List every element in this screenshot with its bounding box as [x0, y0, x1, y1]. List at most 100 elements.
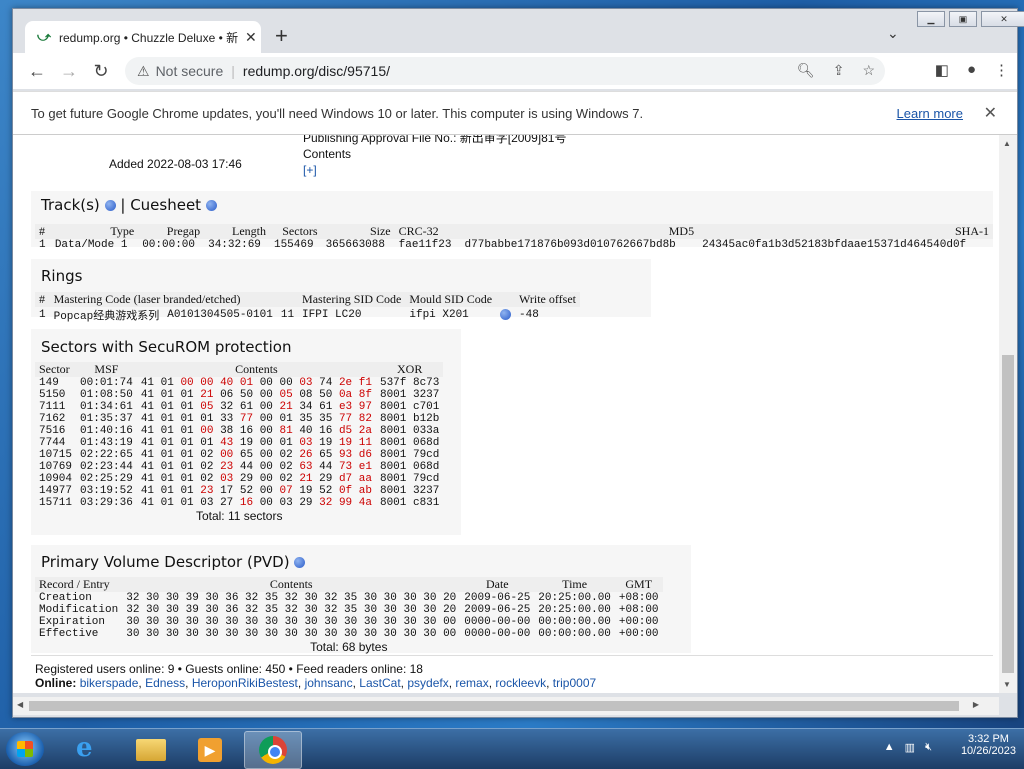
- update-infobar: To get future Google Chrome updates, you…: [13, 91, 1017, 135]
- online-user-link[interactable]: johnsanc: [305, 676, 353, 690]
- byte: 63: [299, 461, 320, 473]
- contents-bytes: 41 01 01 23 17 52 00 07 19 52 0f ab: [137, 485, 376, 497]
- tab-search-chevron-icon[interactable]: ⌄: [887, 25, 899, 42]
- horizontal-scroll-thumb[interactable]: [29, 701, 959, 711]
- taskbar-explorer[interactable]: [122, 731, 178, 767]
- scroll-right-icon[interactable]: ▶: [973, 700, 979, 709]
- byte: 00: [259, 449, 280, 461]
- sector-value: 7516: [39, 425, 66, 437]
- system-tray: ▲ ▥ 🔇︎: [884, 741, 932, 754]
- byte: 19: [319, 437, 339, 449]
- close-window-button[interactable]: ✕: [981, 11, 1024, 27]
- side-panel-icon[interactable]: ◧: [935, 61, 949, 79]
- pvd-contents: 32 30 30 39 30 36 32 35 32 30 32 35 30 3…: [126, 592, 457, 604]
- table-row: Effective 30 30 30 30 30 30 30 30 30 30 …: [35, 628, 663, 640]
- tracks-info-icon[interactable]: [104, 200, 116, 211]
- online-user-link[interactable]: rockleevk: [495, 676, 546, 690]
- online-label: Online:: [35, 676, 77, 690]
- online-user-link[interactable]: remax: [455, 676, 488, 690]
- infobar-close-icon[interactable]: ✕: [984, 103, 997, 123]
- pvd-date: 2009-06-25: [464, 604, 531, 616]
- byte: 16: [319, 425, 339, 437]
- show-hidden-icons-icon[interactable]: ▲: [884, 741, 895, 754]
- ring-info-icon[interactable]: [500, 308, 512, 320]
- learn-more-link[interactable]: Learn more: [897, 106, 963, 121]
- byte: 00: [259, 425, 280, 437]
- vertical-scroll-thumb[interactable]: [1002, 355, 1014, 673]
- scroll-left-icon[interactable]: ◀: [17, 700, 23, 709]
- byte: 52: [319, 485, 339, 497]
- byte: 01: [160, 437, 181, 449]
- table-row: 149 00:01:74 41 01 00 00 40 01 00 00 03 74…: [35, 377, 443, 389]
- byte: 00: [259, 401, 280, 413]
- share-icon[interactable]: ⇪: [833, 62, 845, 79]
- taskbar-ie[interactable]: e: [62, 731, 118, 767]
- address-bar[interactable]: ⚠ Not secure | redump.org/disc/95715/ 🔍︎…: [125, 57, 885, 85]
- zoom-search-icon[interactable]: 🔍︎: [797, 62, 815, 79]
- minimize-button[interactable]: ▁: [917, 11, 945, 27]
- reload-icon[interactable]: ↻: [85, 61, 117, 82]
- warning-icon[interactable]: ⚠: [137, 63, 150, 80]
- online-user-link[interactable]: psydefx: [407, 676, 448, 690]
- byte: 01: [279, 437, 300, 449]
- tracks-title: Track(s): [41, 196, 100, 214]
- pvd-time: 00:00:00.00: [538, 616, 611, 628]
- pvd-info-icon[interactable]: [294, 557, 306, 568]
- tab-close-icon[interactable]: ✕: [245, 29, 257, 46]
- online-user-link[interactable]: HeroponRikiBestest: [192, 676, 298, 690]
- url-text[interactable]: redump.org/disc/95715/: [243, 63, 390, 79]
- byte: 00: [259, 473, 280, 485]
- online-user-link[interactable]: bikerspade: [80, 676, 139, 690]
- rings-section: Rings # Mastering Code (laser branded/et…: [31, 259, 651, 323]
- maximize-button[interactable]: ▣: [949, 11, 977, 27]
- table-row: 7516 01:40:16 41 01 01 00 38 16 00 81 40 1…: [35, 425, 443, 437]
- pvd-gmt: +00:00: [618, 616, 659, 628]
- tracks-heading: Track(s) | Cuesheet: [41, 196, 217, 214]
- byte: d6: [358, 449, 372, 461]
- table-row: 7744 01:43:19 41 01 01 01 43 19 00 01 03 1…: [35, 437, 443, 449]
- contents-toggle[interactable]: [+]: [303, 163, 317, 177]
- byte: 41: [140, 461, 161, 473]
- bookmark-star-icon[interactable]: ☆: [862, 62, 875, 79]
- byte: 01: [160, 473, 181, 485]
- network-icon[interactable]: ▥: [905, 741, 915, 754]
- clock[interactable]: 3:32 PM 10/26/2023: [961, 733, 1016, 757]
- profile-avatar-icon[interactable]: ●: [967, 61, 976, 79]
- byte: 00: [259, 377, 280, 389]
- pvd-time: 20:25:00.00: [538, 604, 611, 616]
- xor-value: 8001 068d: [379, 461, 440, 473]
- omnibox-actions: 🔍︎ ⇪ ☆: [797, 62, 875, 79]
- byte: 06: [220, 389, 240, 401]
- online-user-link[interactable]: LastCat: [359, 676, 400, 690]
- new-tab-button[interactable]: +: [275, 23, 288, 49]
- col-time: Time: [534, 577, 615, 592]
- menu-kebab-icon[interactable]: ⋮: [994, 61, 1009, 79]
- pvd-record: Effective: [39, 628, 99, 640]
- online-user-link[interactable]: Edness: [145, 676, 185, 690]
- forward-arrow-icon[interactable]: →: [53, 61, 85, 82]
- byte: 21: [299, 473, 320, 485]
- scroll-up-icon[interactable]: ▲: [1003, 139, 1011, 148]
- xor-value: 8001 79cd: [379, 473, 440, 485]
- byte: 00: [279, 377, 300, 389]
- vertical-scrollbar[interactable]: ▲ ▼: [999, 135, 1017, 693]
- volume-muted-icon[interactable]: 🔇︎: [925, 741, 932, 754]
- online-user-link[interactable]: trip0007: [553, 676, 596, 690]
- pvd-time: 00:00:00.00: [538, 628, 611, 640]
- byte: 00: [200, 425, 221, 437]
- byte: 77: [338, 413, 359, 425]
- taskbar-media-player[interactable]: ▶: [182, 731, 238, 767]
- taskbar-chrome[interactable]: [244, 731, 302, 769]
- scroll-down-icon[interactable]: ▼: [1003, 680, 1011, 689]
- col-spacer: [496, 292, 516, 307]
- sector-value: 7111: [39, 401, 66, 413]
- horizontal-scrollbar[interactable]: ◀ ▶: [13, 697, 999, 715]
- start-button[interactable]: [6, 732, 44, 766]
- table-row: Creation 32 30 30 39 30 36 32 35 32 30 3…: [35, 592, 663, 604]
- byte: 00: [259, 485, 280, 497]
- cuesheet-info-icon[interactable]: [205, 200, 217, 211]
- byte: 29: [299, 497, 320, 509]
- back-arrow-icon[interactable]: ←: [21, 61, 53, 82]
- browser-tab[interactable]: ⤻ redump.org • Chuzzle Deluxe • 新 ✕: [25, 21, 261, 53]
- ring-number: 1: [39, 309, 46, 321]
